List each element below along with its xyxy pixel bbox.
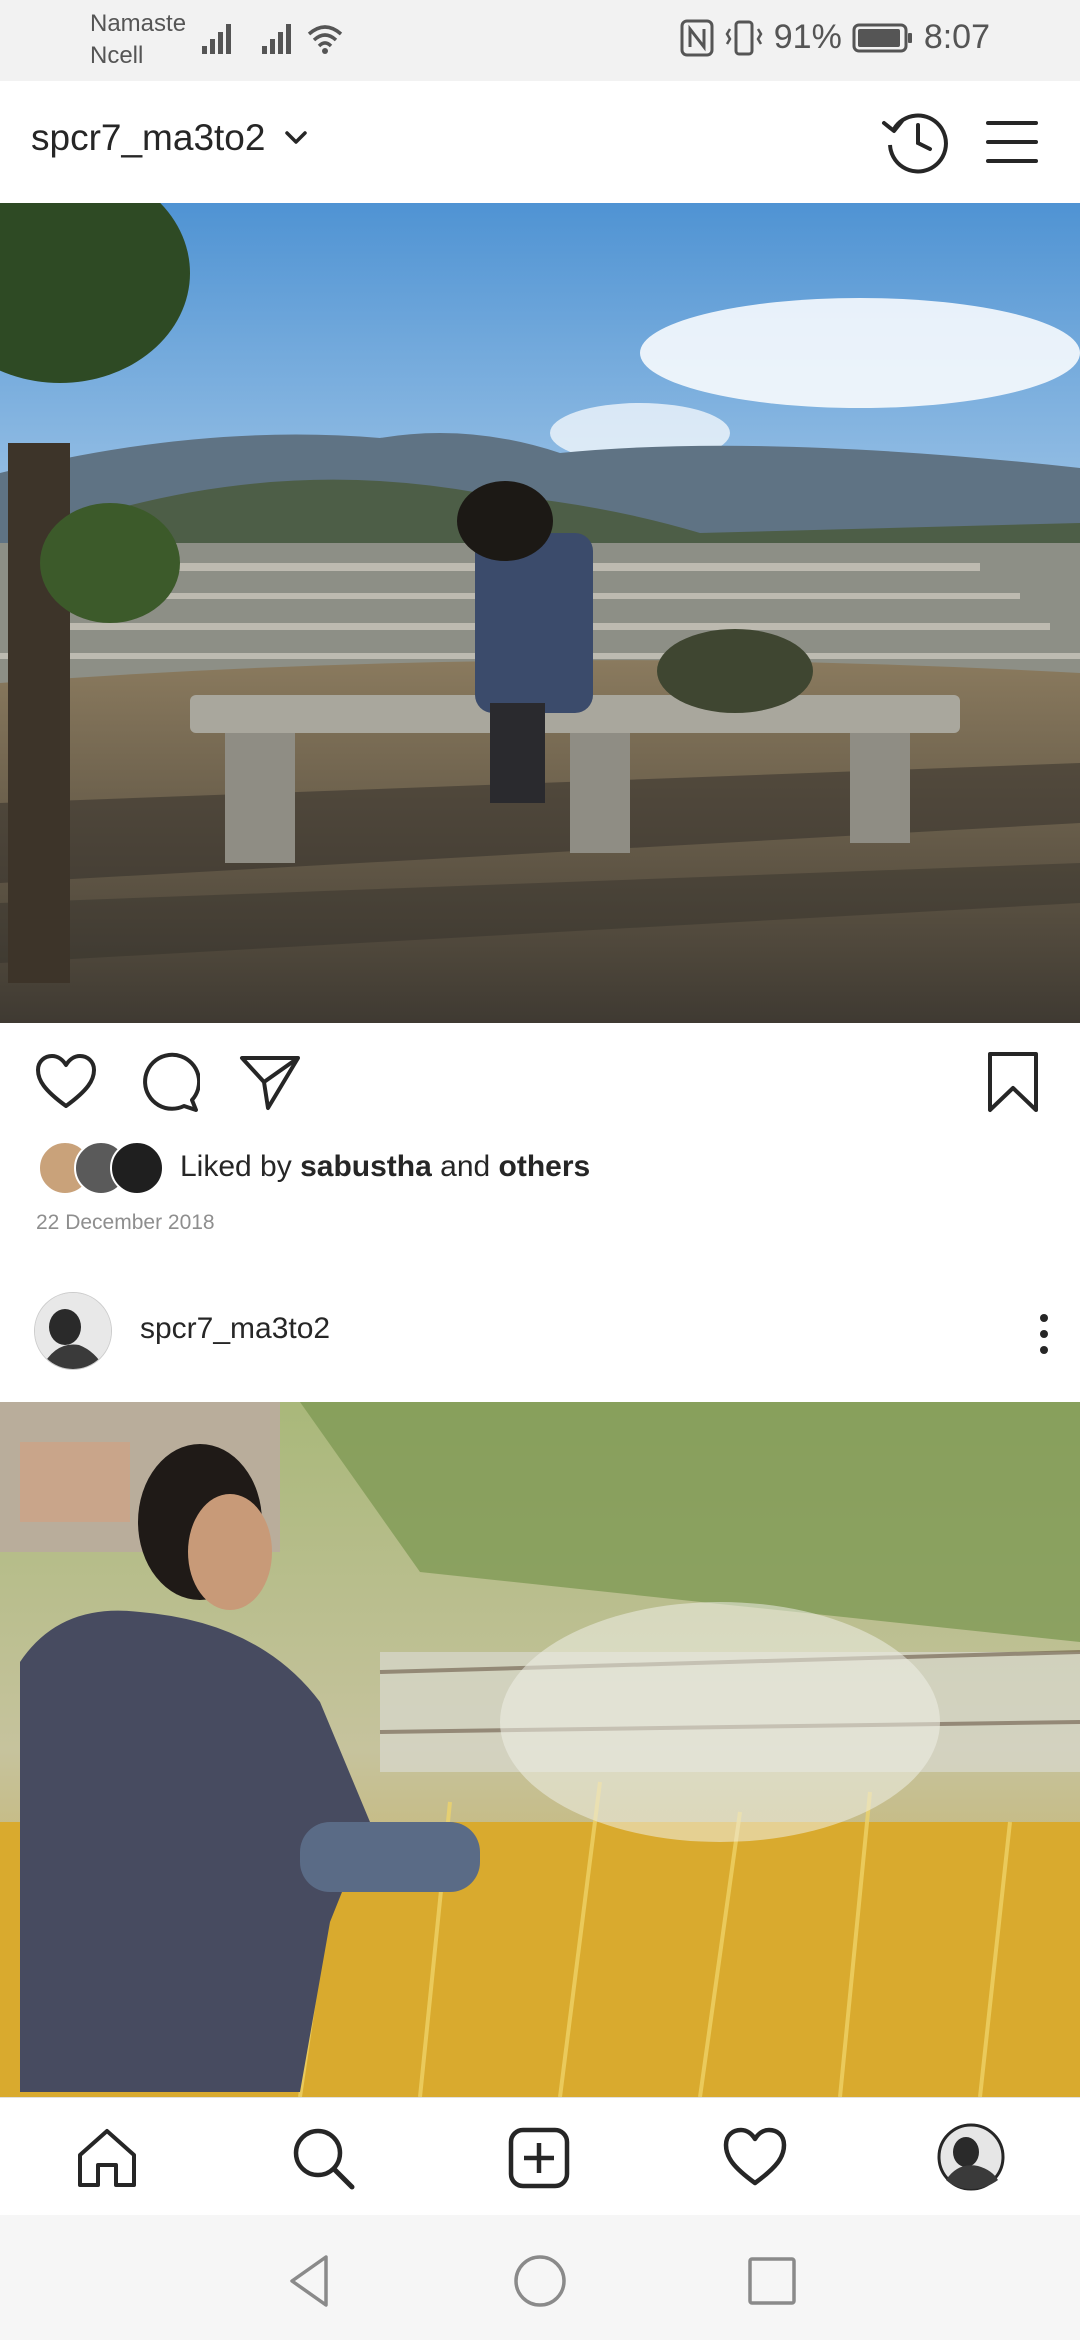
battery-percent: 91%: [773, 18, 842, 56]
profile-header: spcr7_ma3to2: [0, 81, 1080, 204]
post-date: 22 December 2018: [36, 1211, 215, 1234]
hamburger-menu-icon[interactable]: [982, 109, 1042, 175]
post-photo-bench[interactable]: [0, 203, 1080, 1023]
post-image: [0, 203, 1080, 1023]
bottom-nav: [0, 2097, 1080, 2216]
add-post-icon[interactable]: [506, 2125, 572, 2191]
comment-icon[interactable]: [136, 1050, 200, 1114]
carrier-line-1: Namaste: [90, 10, 187, 37]
nfc-icon: [680, 19, 714, 56]
post-image: [0, 1402, 1080, 2097]
history-icon[interactable]: [880, 109, 952, 175]
post-photo-grass[interactable]: [0, 1402, 1080, 2097]
signal-icon: [262, 24, 291, 54]
post-header: spcr7_ma3to2: [0, 1290, 1080, 1400]
status-bar: Namaste Ncell 91% 8:07: [0, 0, 1080, 81]
share-icon[interactable]: [238, 1052, 302, 1112]
bookmark-icon[interactable]: [986, 1050, 1040, 1114]
profile-avatar[interactable]: [936, 2122, 1006, 2192]
account-name: spcr7_ma3to2: [31, 117, 266, 158]
battery-icon: [852, 23, 912, 52]
liked-by-others[interactable]: others: [499, 1150, 591, 1183]
status-right: 91% 8:07: [680, 18, 990, 57]
home-icon[interactable]: [74, 2125, 140, 2191]
liked-by-prefix: Liked by: [180, 1150, 301, 1183]
more-options-icon[interactable]: [1034, 1310, 1054, 1358]
back-icon[interactable]: [280, 2251, 340, 2311]
post-avatar[interactable]: [34, 1292, 112, 1370]
avatar-image: [35, 1293, 111, 1369]
wifi-icon: [307, 25, 343, 54]
likes-summary[interactable]: Liked by sabustha and others: [38, 1141, 590, 1195]
liked-by-user[interactable]: sabustha: [300, 1150, 432, 1183]
system-nav-bar: [0, 2215, 1080, 2340]
recents-icon[interactable]: [742, 2251, 802, 2311]
vibrate-icon: [725, 20, 763, 55]
signal-icon: [202, 24, 231, 54]
home-circle-icon[interactable]: [510, 2251, 570, 2311]
account-switcher[interactable]: spcr7_ma3to2: [31, 117, 309, 159]
carrier-line-2: Ncell: [90, 42, 144, 69]
activity-heart-icon[interactable]: [722, 2125, 788, 2191]
carrier-name: Namaste Ncell: [90, 8, 186, 72]
liked-by-text: Liked by sabustha and others: [180, 1150, 590, 1184]
liked-by-joiner: and: [431, 1150, 499, 1183]
post-username[interactable]: spcr7_ma3to2: [140, 1312, 330, 1346]
clock: 8:07: [923, 18, 990, 56]
chevron-down-icon: [285, 131, 308, 144]
like-heart-icon[interactable]: [34, 1052, 98, 1112]
search-icon[interactable]: [290, 2125, 356, 2191]
avatar: [110, 1141, 164, 1195]
liker-avatars: [38, 1141, 164, 1195]
